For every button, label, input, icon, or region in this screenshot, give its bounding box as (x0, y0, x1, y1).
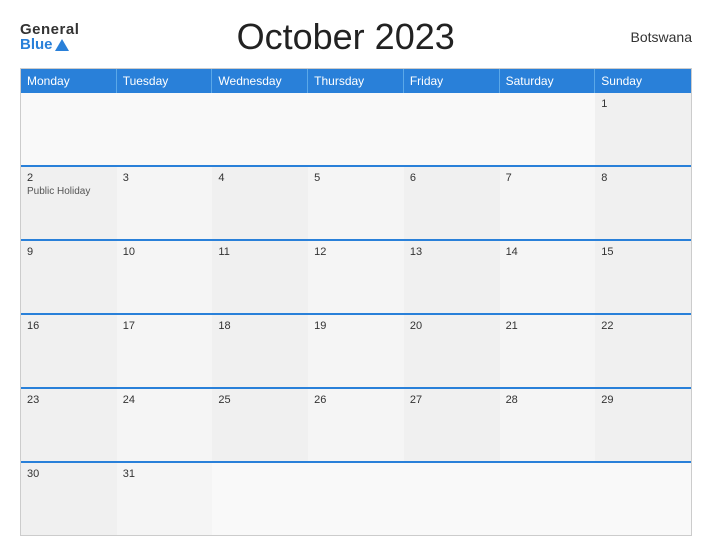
day-cell (500, 463, 596, 535)
day-cell: 24 (117, 389, 213, 461)
day-number: 1 (601, 98, 685, 110)
day-number: 26 (314, 394, 398, 406)
day-number: 22 (601, 320, 685, 332)
day-cell: 19 (308, 315, 404, 387)
day-number: 28 (506, 394, 590, 406)
day-number: 17 (123, 320, 207, 332)
week-row-6: 30 31 (21, 461, 691, 535)
day-number: 9 (27, 246, 111, 258)
day-number: 25 (218, 394, 302, 406)
week-row-4: 16 17 18 19 20 21 22 (21, 313, 691, 387)
logo-blue-text: Blue (20, 37, 79, 52)
day-cell: 23 (21, 389, 117, 461)
day-cell (595, 463, 691, 535)
day-number: 24 (123, 394, 207, 406)
logo-triangle-icon (55, 39, 69, 51)
day-number: 12 (314, 246, 398, 258)
day-number: 20 (410, 320, 494, 332)
day-cell: 2 Public Holiday (21, 167, 117, 239)
day-cell: 6 (404, 167, 500, 239)
day-cell (21, 93, 117, 165)
week-row-1: 1 (21, 93, 691, 165)
day-number: 7 (506, 172, 590, 184)
day-header-saturday: Saturday (500, 69, 596, 93)
day-cell: 17 (117, 315, 213, 387)
day-number: 21 (506, 320, 590, 332)
day-cell: 28 (500, 389, 596, 461)
day-cell (308, 463, 404, 535)
day-header-sunday: Sunday (595, 69, 691, 93)
logo-general-text: General (20, 22, 79, 37)
day-number: 16 (27, 320, 111, 332)
day-cell (404, 463, 500, 535)
day-cell: 16 (21, 315, 117, 387)
day-cell: 30 (21, 463, 117, 535)
day-cell: 8 (595, 167, 691, 239)
day-number: 10 (123, 246, 207, 258)
day-header-friday: Friday (404, 69, 500, 93)
day-cell: 26 (308, 389, 404, 461)
day-number: 11 (218, 246, 302, 258)
day-cell: 1 (595, 93, 691, 165)
day-cell: 11 (212, 241, 308, 313)
day-number: 2 (27, 172, 111, 184)
day-number: 14 (506, 246, 590, 258)
week-row-5: 23 24 25 26 27 28 29 (21, 387, 691, 461)
weeks-container: 12Public Holiday345678910111213141516171… (21, 93, 691, 535)
day-number: 27 (410, 394, 494, 406)
day-number: 18 (218, 320, 302, 332)
day-cell: 22 (595, 315, 691, 387)
logo: General Blue (20, 22, 79, 52)
day-cell: 5 (308, 167, 404, 239)
day-cell (404, 93, 500, 165)
day-cell: 9 (21, 241, 117, 313)
calendar-title: October 2023 (237, 16, 455, 58)
day-number: 13 (410, 246, 494, 258)
country-label: Botswana (612, 29, 692, 45)
day-header-thursday: Thursday (308, 69, 404, 93)
day-cell: 27 (404, 389, 500, 461)
day-event: Public Holiday (27, 186, 111, 197)
day-number: 3 (123, 172, 207, 184)
week-row-3: 9 10 11 12 13 14 15 (21, 239, 691, 313)
day-cell: 29 (595, 389, 691, 461)
day-number: 5 (314, 172, 398, 184)
day-cell: 13 (404, 241, 500, 313)
day-cell: 10 (117, 241, 213, 313)
day-header-tuesday: Tuesday (117, 69, 213, 93)
day-cell: 7 (500, 167, 596, 239)
day-cell (308, 93, 404, 165)
day-cell (212, 93, 308, 165)
day-cell: 25 (212, 389, 308, 461)
day-number: 19 (314, 320, 398, 332)
day-cell: 31 (117, 463, 213, 535)
day-number: 30 (27, 468, 111, 480)
day-number: 29 (601, 394, 685, 406)
day-cell: 4 (212, 167, 308, 239)
calendar-header: General Blue October 2023 Botswana (20, 16, 692, 58)
day-cell: 15 (595, 241, 691, 313)
day-cell: 18 (212, 315, 308, 387)
day-cell (212, 463, 308, 535)
day-number: 31 (123, 468, 207, 480)
day-cell: 12 (308, 241, 404, 313)
calendar-grid: MondayTuesdayWednesdayThursdayFridaySatu… (20, 68, 692, 536)
day-cell: 14 (500, 241, 596, 313)
day-header-monday: Monday (21, 69, 117, 93)
day-number: 15 (601, 246, 685, 258)
day-cell: 20 (404, 315, 500, 387)
day-number: 8 (601, 172, 685, 184)
day-number: 23 (27, 394, 111, 406)
day-number: 4 (218, 172, 302, 184)
day-headers-row: MondayTuesdayWednesdayThursdayFridaySatu… (21, 69, 691, 93)
day-cell (500, 93, 596, 165)
day-header-wednesday: Wednesday (212, 69, 308, 93)
week-row-2: 2 Public Holiday 345678 (21, 165, 691, 239)
day-number: 6 (410, 172, 494, 184)
day-cell: 21 (500, 315, 596, 387)
day-cell (117, 93, 213, 165)
day-cell: 3 (117, 167, 213, 239)
